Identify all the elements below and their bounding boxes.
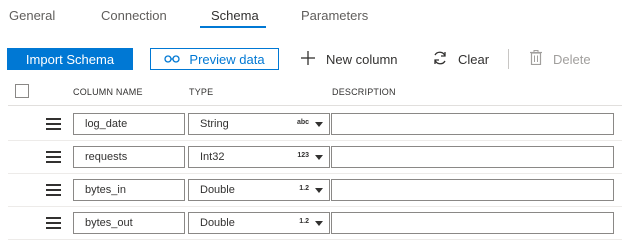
type-glyph-icon: 123 (297, 152, 309, 159)
tab-parameters[interactable]: Parameters (301, 8, 368, 23)
description-input[interactable] (331, 179, 614, 201)
delete-button[interactable]: Delete (530, 48, 591, 70)
active-tab-indicator (200, 26, 266, 28)
type-value: Double (200, 184, 235, 196)
tab-general[interactable]: General (9, 8, 55, 23)
toolbar-divider (508, 49, 509, 69)
type-select[interactable]: Int32 123 (188, 146, 330, 168)
chevron-down-icon (315, 188, 323, 193)
plus-icon (301, 50, 315, 68)
table-row: bytes_out Double 1.2 (8, 207, 622, 240)
clear-button[interactable]: Clear (432, 48, 489, 70)
clear-label: Clear (458, 51, 490, 67)
glasses-icon (164, 52, 181, 67)
chevron-down-icon (315, 122, 323, 127)
drag-handle-icon[interactable] (46, 217, 61, 229)
type-header: TYPE (189, 87, 214, 97)
drag-handle-icon[interactable] (46, 184, 61, 196)
description-header: DESCRIPTION (332, 87, 396, 97)
import-schema-button[interactable]: Import Schema (7, 48, 133, 70)
chevron-down-icon (315, 221, 323, 226)
header-divider (8, 105, 622, 106)
tab-schema[interactable]: Schema (211, 8, 259, 23)
new-column-button[interactable]: New column (301, 48, 398, 70)
column-name-input[interactable]: bytes_in (73, 179, 185, 201)
type-select[interactable]: String abc (188, 113, 330, 135)
preview-data-button[interactable]: Preview data (150, 48, 279, 70)
drag-handle-icon[interactable] (46, 118, 61, 130)
delete-label: Delete (553, 51, 591, 67)
column-name-header: COLUMN NAME (73, 87, 143, 97)
column-name-input[interactable]: requests (73, 146, 185, 168)
refresh-icon (432, 50, 448, 69)
type-select[interactable]: Double 1.2 (188, 179, 330, 201)
type-value: String (200, 118, 229, 130)
new-column-label: New column (326, 51, 398, 67)
type-value: Double (200, 217, 235, 229)
column-name-input[interactable]: log_date (73, 113, 185, 135)
table-row: requests Int32 123 (8, 141, 622, 174)
drag-handle-icon[interactable] (46, 151, 61, 163)
type-value: Int32 (200, 151, 225, 163)
description-input[interactable] (331, 113, 614, 135)
description-input[interactable] (331, 146, 614, 168)
row-divider (8, 239, 622, 240)
table-row: log_date String abc (8, 108, 622, 141)
type-glyph-icon: 1.2 (299, 218, 309, 225)
type-glyph-icon: abc (296, 119, 309, 126)
chevron-down-icon (315, 155, 323, 160)
column-name-input[interactable]: bytes_out (73, 212, 185, 234)
tab-bar: General Connection Schema Parameters (0, 0, 631, 30)
preview-data-label: Preview data (189, 51, 265, 67)
tab-connection[interactable]: Connection (101, 8, 167, 23)
table-row: bytes_in Double 1.2 (8, 174, 622, 207)
type-glyph-icon: 1.2 (299, 185, 309, 192)
description-input[interactable] (331, 212, 614, 234)
type-select[interactable]: Double 1.2 (188, 212, 330, 234)
trash-icon (530, 50, 542, 68)
select-all-checkbox[interactable] (15, 84, 29, 98)
